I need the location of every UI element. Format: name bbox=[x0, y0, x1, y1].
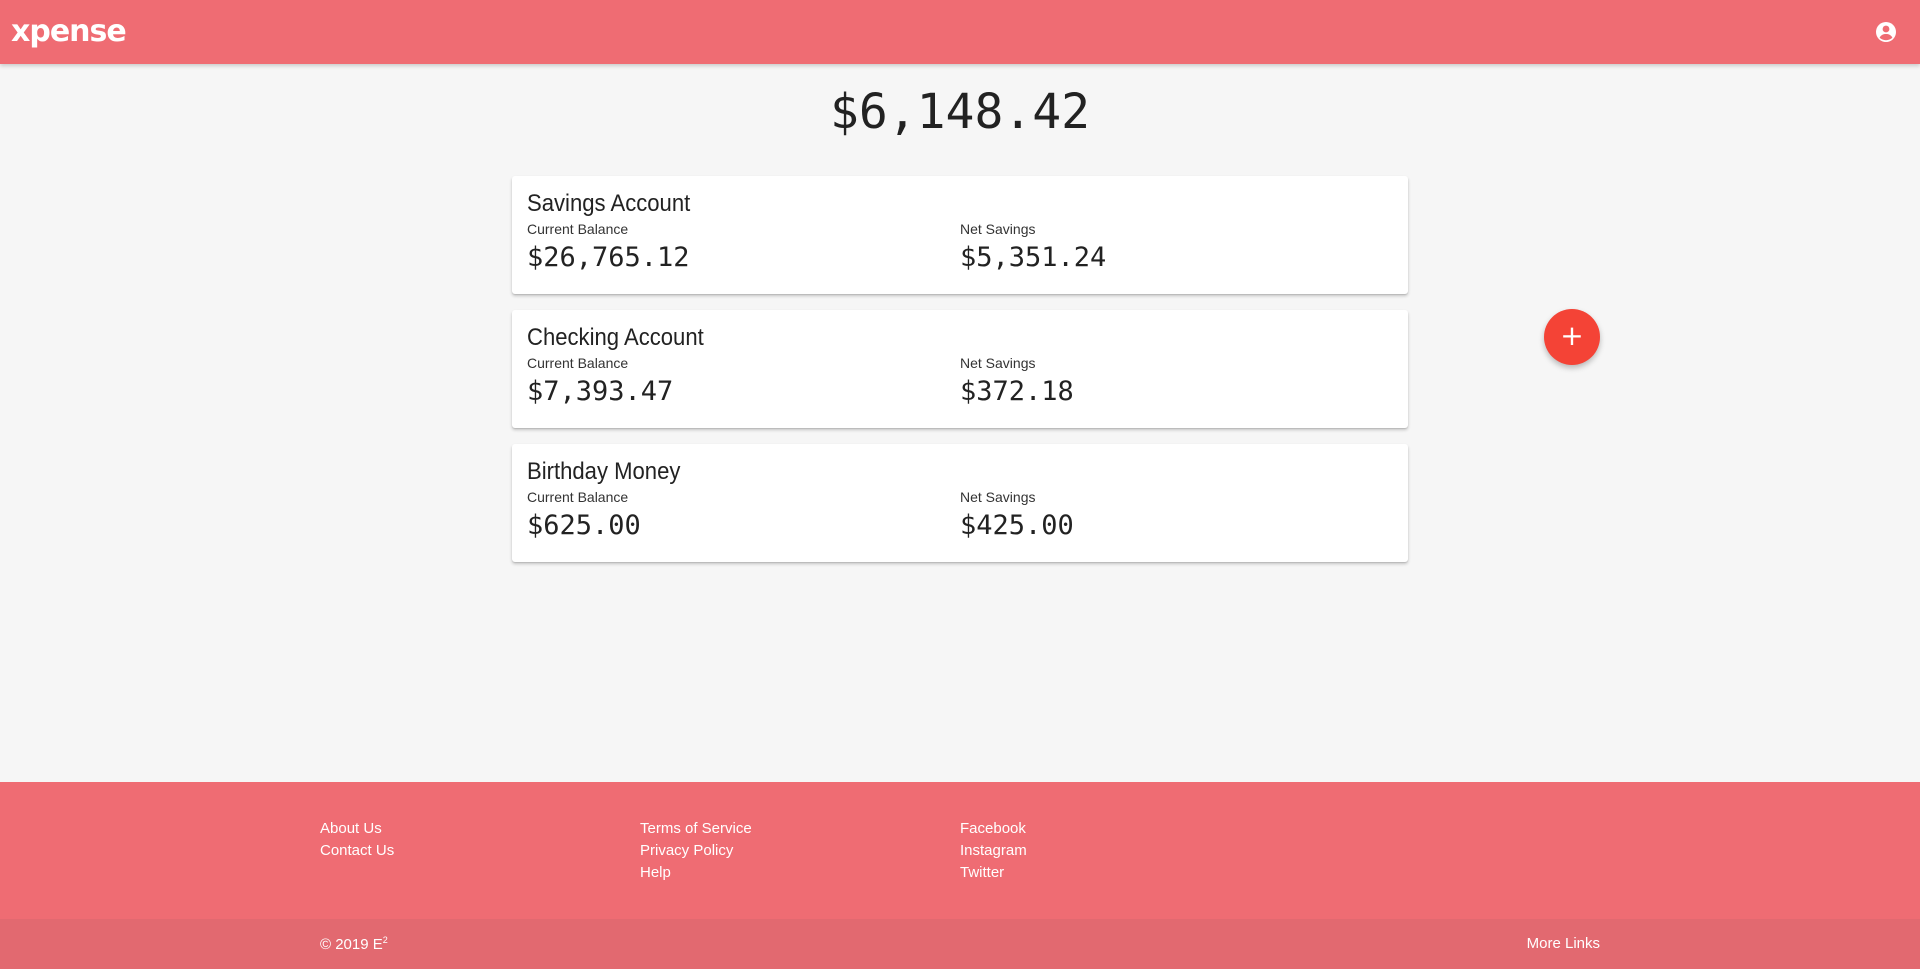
footer-column-company: About Us Contact Us bbox=[320, 818, 394, 862]
total-balance: $6,148.42 bbox=[829, 84, 1091, 140]
account-name: Savings Account bbox=[527, 190, 691, 217]
net-savings-label: Net Savings bbox=[960, 355, 1036, 371]
current-balance-label: Current Balance bbox=[527, 355, 629, 371]
account-card-checking[interactable]: Checking Account Current Balance $7,393.… bbox=[512, 310, 1408, 428]
account-name: Checking Account bbox=[527, 324, 704, 351]
account-card-birthday-money[interactable]: Birthday Money Current Balance $625.00 N… bbox=[512, 444, 1408, 562]
footer-bottom-bar: © 2019 E2 More Links bbox=[0, 919, 1920, 969]
footer-link-privacy[interactable]: Privacy Policy bbox=[640, 840, 752, 862]
footer-link-about-us[interactable]: About Us bbox=[320, 818, 394, 840]
account-list: Savings Account Current Balance $26,765.… bbox=[512, 176, 1408, 578]
net-savings-value: $372.18 bbox=[960, 376, 1074, 407]
top-app-bar: xpense bbox=[0, 0, 1920, 64]
add-account-button[interactable]: + bbox=[1544, 309, 1600, 365]
current-balance-label: Current Balance bbox=[527, 221, 629, 237]
plus-icon: + bbox=[1560, 319, 1584, 352]
more-links-link[interactable]: More Links bbox=[1527, 935, 1600, 952]
net-savings-value: $5,351.24 bbox=[960, 242, 1107, 273]
app-logo[interactable]: xpense bbox=[11, 14, 127, 49]
account-circle-icon[interactable] bbox=[1874, 20, 1898, 44]
footer-link-terms[interactable]: Terms of Service bbox=[640, 818, 752, 840]
footer: About Us Contact Us Terms of Service Pri… bbox=[0, 782, 1920, 919]
footer-link-facebook[interactable]: Facebook bbox=[960, 818, 1027, 840]
current-balance-value: $26,765.12 bbox=[527, 242, 690, 273]
net-savings-label: Net Savings bbox=[960, 221, 1036, 237]
net-savings-label: Net Savings bbox=[960, 489, 1036, 505]
account-card-savings[interactable]: Savings Account Current Balance $26,765.… bbox=[512, 176, 1408, 294]
footer-column-social: Facebook Instagram Twitter bbox=[960, 818, 1027, 884]
footer-link-help[interactable]: Help bbox=[640, 862, 752, 884]
footer-column-legal: Terms of Service Privacy Policy Help bbox=[640, 818, 752, 884]
current-balance-value: $625.00 bbox=[527, 510, 641, 541]
net-savings-value: $425.00 bbox=[960, 510, 1074, 541]
current-balance-label: Current Balance bbox=[527, 489, 629, 505]
current-balance-value: $7,393.47 bbox=[527, 376, 674, 407]
copyright: © 2019 E2 bbox=[320, 935, 388, 953]
footer-link-contact-us[interactable]: Contact Us bbox=[320, 840, 394, 862]
account-name: Birthday Money bbox=[527, 458, 681, 485]
footer-link-instagram[interactable]: Instagram bbox=[960, 840, 1027, 862]
footer-link-twitter[interactable]: Twitter bbox=[960, 862, 1027, 884]
